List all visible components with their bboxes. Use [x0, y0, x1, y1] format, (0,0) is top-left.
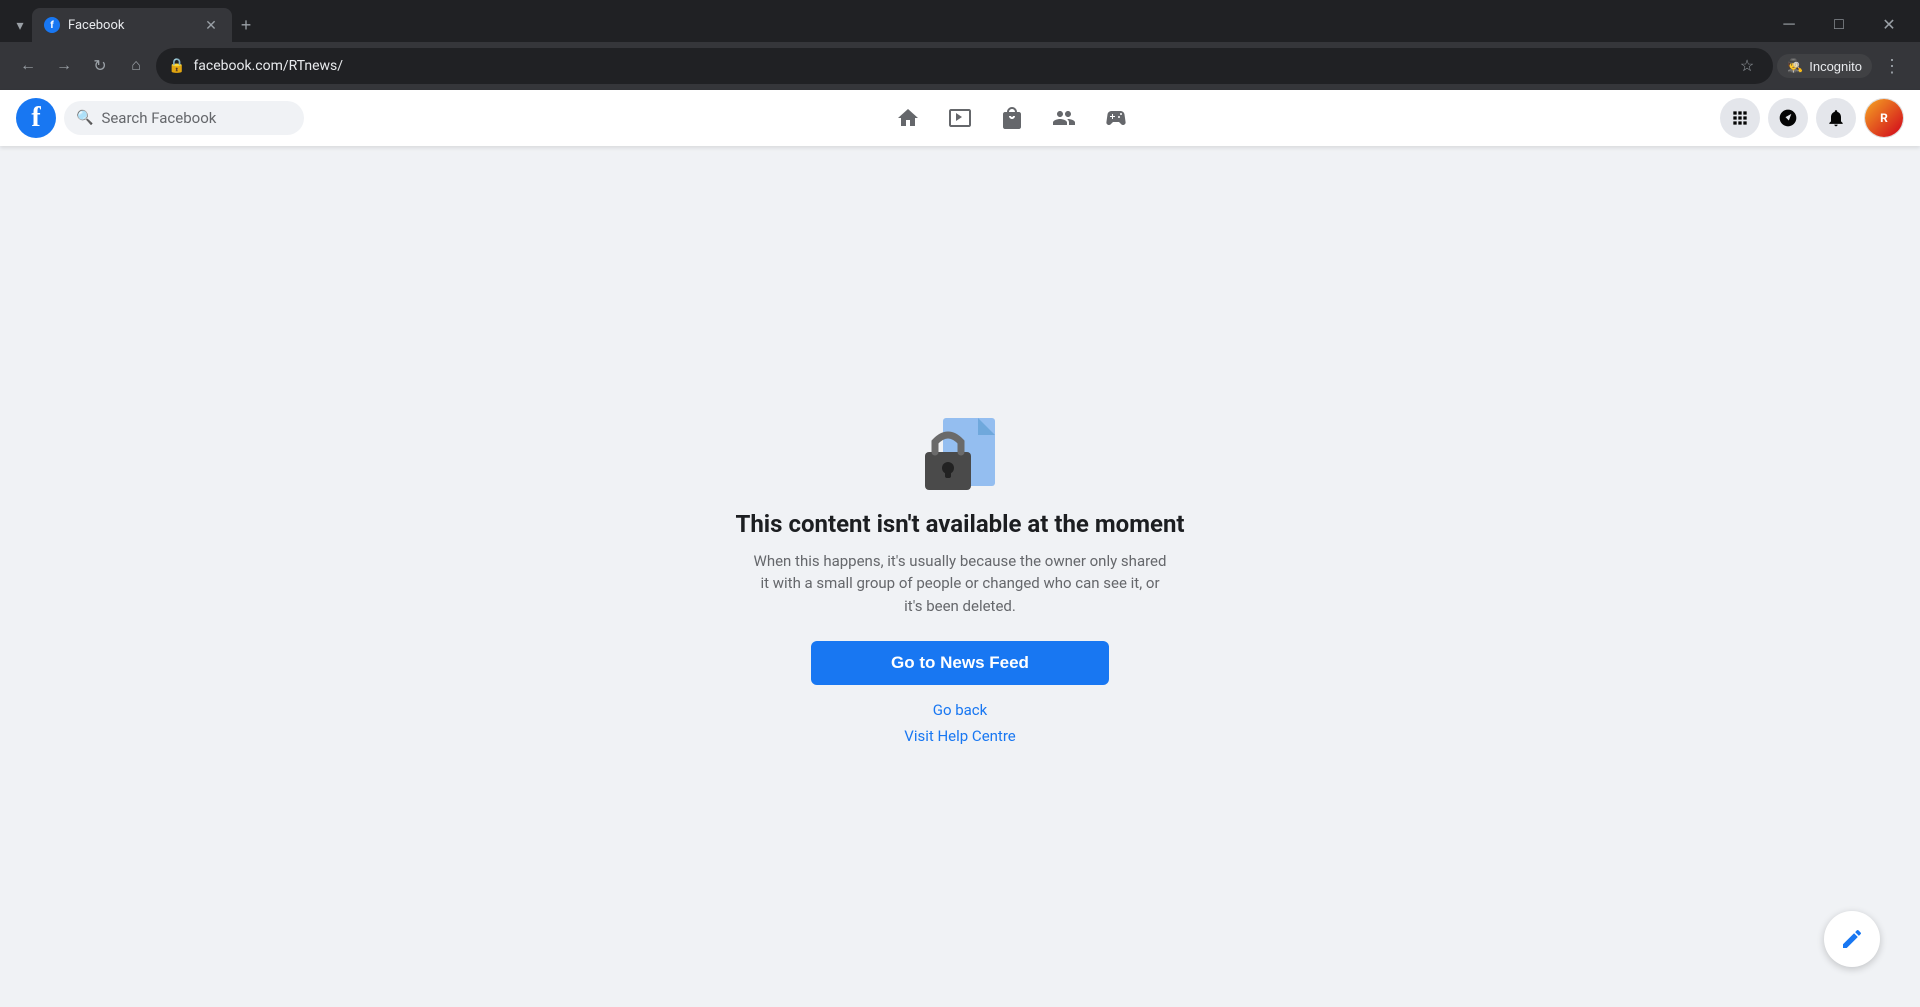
browser-toolbar: ← → ↻ ⌂ 🔒 facebook.com/RTnews/ ☆ 🕵 Incog…	[0, 42, 1920, 90]
incognito-label: Incognito	[1809, 59, 1862, 74]
window-controls: ─ □ ✕	[1766, 9, 1912, 41]
security-icon: 🔒	[168, 58, 185, 74]
error-description: When this happens, it's usually because …	[750, 550, 1170, 618]
tab-close-button[interactable]: ✕	[202, 16, 220, 34]
tab-favicon: f	[44, 17, 60, 33]
back-button[interactable]: ←	[12, 50, 44, 82]
go-to-news-feed-button[interactable]: Go to News Feed	[811, 641, 1109, 685]
url-text: facebook.com/RTnews/	[193, 58, 1725, 74]
nav-groups-button[interactable]	[1040, 94, 1088, 142]
reload-button[interactable]: ↻	[84, 50, 116, 82]
facebook-logo-letter: f	[31, 102, 40, 134]
forward-button[interactable]: →	[48, 50, 80, 82]
tab-title: Facebook	[68, 18, 194, 33]
error-illustration	[905, 400, 1015, 510]
nav-video-button[interactable]	[936, 94, 984, 142]
compose-button[interactable]	[1824, 911, 1880, 967]
address-bar[interactable]: 🔒 facebook.com/RTnews/ ☆	[156, 48, 1773, 84]
facebook-right-actions: R	[1720, 98, 1904, 138]
search-icon: 🔍	[76, 110, 93, 126]
new-tab-button[interactable]: +	[232, 11, 260, 39]
go-back-link[interactable]: Go back	[933, 701, 988, 719]
search-placeholder: Search Facebook	[101, 109, 216, 127]
notifications-button[interactable]	[1816, 98, 1856, 138]
active-tab[interactable]: f Facebook ✕	[32, 8, 232, 42]
home-button[interactable]: ⌂	[120, 50, 152, 82]
nav-gaming-button[interactable]	[1092, 94, 1140, 142]
error-title: This content isn't available at the mome…	[735, 510, 1184, 538]
apps-menu-button[interactable]	[1720, 98, 1760, 138]
facebook-logo[interactable]: f	[16, 98, 56, 138]
incognito-button[interactable]: 🕵 Incognito	[1777, 54, 1872, 78]
avatar-image: R	[1865, 99, 1903, 137]
nav-marketplace-button[interactable]	[988, 94, 1036, 142]
facebook-main-content: This content isn't available at the mome…	[0, 146, 1920, 1007]
bookmark-button[interactable]: ☆	[1733, 52, 1761, 80]
facebook-nav-icons	[304, 94, 1720, 142]
nav-home-button[interactable]	[884, 94, 932, 142]
incognito-icon: 🕵	[1787, 58, 1803, 74]
error-container: This content isn't available at the mome…	[715, 340, 1204, 814]
more-options-button[interactable]: ⋮	[1876, 50, 1908, 82]
messenger-button[interactable]	[1768, 98, 1808, 138]
search-bar[interactable]: 🔍 Search Facebook	[64, 101, 304, 135]
facebook-navbar: f 🔍 Search Facebook	[0, 90, 1920, 146]
close-window-button[interactable]: ✕	[1866, 9, 1912, 41]
user-avatar[interactable]: R	[1864, 98, 1904, 138]
maximize-button[interactable]: □	[1816, 9, 1862, 41]
minimize-button[interactable]: ─	[1766, 9, 1812, 41]
visit-help-centre-link[interactable]: Visit Help Centre	[904, 727, 1015, 745]
tab-list-button[interactable]: ▾	[8, 13, 32, 37]
